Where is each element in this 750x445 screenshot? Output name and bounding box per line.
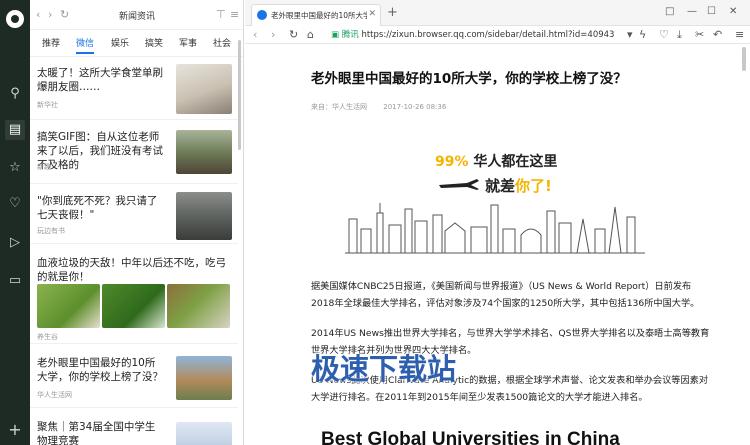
secure-label: 腾讯 [341,30,359,40]
article-paragraph: 据美国媒体CNBC25日报道，《美国新闻与世界报道》（US News & Wor… [311,281,700,309]
article-banner: 99% 华人都在这里 就差你了! [345,147,645,257]
news-item[interactable]: "你到底死不死？我只请了七天丧假！" 玩边有书 [30,188,238,244]
banner-text: 华人都在这里 [468,154,558,170]
forward-icon[interactable]: › [271,28,275,42]
maximize-icon[interactable]: ☐ [707,6,716,18]
star-icon[interactable]: ☆ [5,158,25,178]
news-item-title: 太暖了！这所大学食堂单刷爆朋友圈…… [37,67,163,93]
app-window: ⚲ ▤ ☆ ♡ ▷ ▭ + ‹ › ↻ 新闻资讯 ⊤ ≡ 推荐 微信 娱乐 搞笑… [0,0,750,445]
close-window-icon[interactable]: ✕ [729,6,737,18]
section-heading: Best Global Universities in China [321,429,620,445]
article-source: 来自：华人生活网 [311,103,367,111]
news-item-title: 搞笑GIF图：自从这位老师来了以后，我们班没有考试不及格的 [37,131,163,171]
site-watermark: 极速下载站 [311,352,457,386]
news-thumbnail [176,130,232,174]
url-field[interactable]: ▣ 腾讯 https://zixun.browser.qq.com/sideba… [331,28,621,42]
window-restore-icon[interactable]: □ [665,6,674,18]
browser-tab-title: 老外眼里中国最好的10所大学，你的学校上 [271,11,367,20]
heart-icon[interactable]: ♡ [5,194,25,214]
tab-funny[interactable]: 搞笑 [145,36,163,52]
home-icon[interactable]: ⌂ [307,28,314,42]
news-item-title: 老外眼里中国最好的10所大学，你的学校上榜了没？ [37,357,163,383]
dropdown-icon[interactable]: ▾ [627,28,633,42]
tab-military[interactable]: 军事 [179,36,197,52]
airplane-icon [439,179,479,190]
news-item[interactable]: 老外眼里中国最好的10所大学，你的学校上榜了没？ 华人生活网 [30,350,238,408]
minimize-icon[interactable]: — [687,6,697,18]
article-date: 2017-10-26 08:36 [383,103,447,111]
divider [30,56,243,57]
cut-icon[interactable]: ✂ [695,28,704,42]
address-bar: ‹ › ↻ ⌂ ▣ 腾讯 https://zixun.browser.qq.co… [245,26,750,44]
news-item[interactable]: 血液垃圾的天敌！中年以后还不吃，吃弓的就是你！ 养生谷 [30,252,238,344]
pin-icon[interactable]: ⊤ [216,8,226,22]
favorite-icon[interactable]: ♡ [659,28,669,42]
news-item[interactable]: 搞笑GIF图：自从这位老师来了以后，我们班没有考试不及格的 新趣 [30,124,238,184]
banner-highlight: 99% [435,154,469,170]
lightning-icon[interactable]: ϟ [639,28,646,42]
banner-subline-highlight: 你了! [515,177,552,195]
article-title: 老外眼里中国最好的10所大学，你的学校上榜了没？ [311,71,627,87]
qq-logo-icon[interactable] [6,10,24,28]
menu-icon[interactable]: ≡ [735,28,744,42]
new-tab-button[interactable]: + [387,6,398,20]
tab-recommend[interactable]: 推荐 [42,36,60,52]
news-item-source: 新华社 [37,101,58,109]
panel-toolbar: ‹ › ↻ 新闻资讯 ⊤ ≡ [30,0,243,30]
news-item-source: 华人生活网 [37,391,72,399]
back-icon[interactable]: ‹ [253,28,257,42]
banner-subline: 就差你了! [485,175,552,196]
news-item-title: 聚焦｜第34届全国中学生物理竞赛 [37,421,156,445]
news-item-source: 新趣 [37,163,51,171]
news-thumbnail [176,356,232,400]
close-tab-icon[interactable]: ✕ [368,9,376,19]
search-icon[interactable]: ⚲ [5,84,25,104]
panel-title: 新闻资讯 [118,12,155,22]
sidebar-rail: ⚲ ▤ ☆ ♡ ▷ ▭ + [0,0,30,445]
news-thumbnail [37,284,100,328]
page-scrollbar[interactable] [742,47,746,71]
panel-scrollbar[interactable] [238,40,241,150]
news-item[interactable]: 聚焦｜第34届全国中学生物理竞赛 [30,414,238,445]
qq-browser-icon [257,10,267,20]
tab-entertainment[interactable]: 娱乐 [111,36,129,52]
banner-subline-text: 就差 [485,177,516,195]
url-text: https://zixun.browser.qq.com/sidebar/det… [361,30,615,40]
news-icon[interactable]: ▤ [5,120,25,140]
download-icon[interactable]: ⤓ [677,28,682,42]
news-tabs: 推荐 微信 娱乐 搞笑 军事 社会 [30,36,243,54]
news-thumbnail [176,422,232,445]
video-icon[interactable]: ▭ [5,271,25,291]
news-panel: ‹ › ↻ 新闻资讯 ⊤ ≡ 推荐 微信 娱乐 搞笑 军事 社会 太暖了！这所大… [30,0,244,445]
skyline-illustration [345,203,645,254]
news-item-source: 养生谷 [37,333,58,341]
tab-bar: 老外眼里中国最好的10所大学，你的学校上 ✕ + □ — ☐ ✕ [245,0,750,26]
news-thumbnail [176,64,232,114]
article-meta: 来自：华人生活网 2017-10-26 08:36 [311,102,446,112]
news-thumbnail [176,192,232,240]
lock-icon: ▣ [331,30,340,40]
news-thumbnail [167,284,230,328]
undo-icon[interactable]: ↶ [713,28,722,42]
news-item-title: "你到底死不死？我只请了七天丧假！" [37,195,158,221]
tab-society[interactable]: 社会 [213,36,231,52]
refresh-icon[interactable]: ↻ [289,28,298,42]
banner-headline: 99% 华人都在这里 [435,151,557,171]
tab-wechat[interactable]: 微信 [76,36,95,54]
add-icon[interactable]: + [5,420,25,440]
browser-tab[interactable]: 老外眼里中国最好的10所大学，你的学校上 ✕ [251,4,381,26]
news-item[interactable]: 太暖了！这所大学食堂单刷爆朋友圈…… 新华社 [30,58,238,120]
play-icon[interactable]: ▷ [5,233,25,253]
news-item-source: 玩边有书 [37,227,65,235]
menu-icon[interactable]: ≡ [230,8,239,22]
news-item-title: 血液垃圾的天敌！中年以后还不吃，吃弓的就是你！ [37,257,226,283]
news-thumbnail [102,284,165,328]
